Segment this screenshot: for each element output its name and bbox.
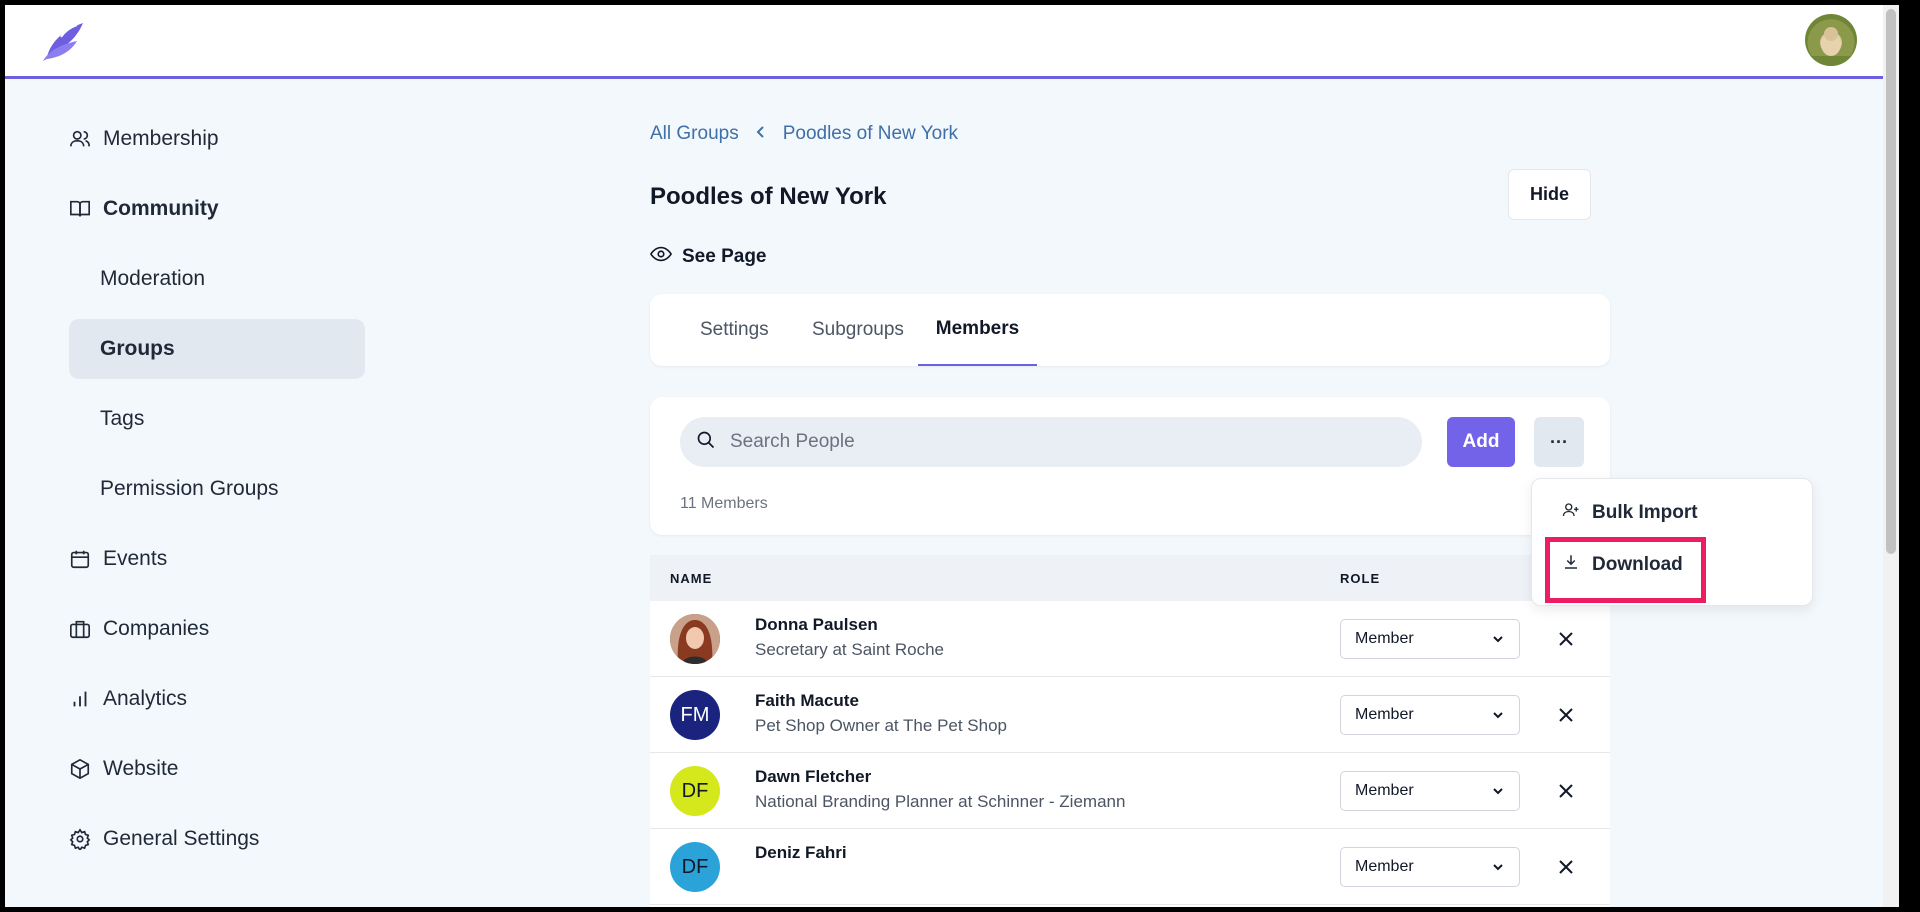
column-header-name: NAME: [670, 570, 713, 586]
top-bar: [5, 5, 1899, 79]
sidebar-item-label: Website: [103, 757, 179, 780]
table-row: DF Dawn Fletcher National Branding Plann…: [650, 753, 1610, 829]
gear-icon: [69, 828, 91, 850]
user-plus-icon: [1562, 501, 1580, 525]
calendar-icon: [69, 548, 91, 570]
search-icon: [696, 430, 716, 455]
logo-icon[interactable]: [37, 17, 89, 65]
table-header: NAME ROLE: [650, 555, 1610, 601]
sidebar-item-label: Companies: [103, 617, 210, 640]
role-value: Member: [1355, 782, 1414, 799]
remove-member-icon[interactable]: [1555, 704, 1577, 726]
sidebar-item-label: Groups: [100, 337, 175, 360]
menu-item-label: Download: [1592, 554, 1683, 575]
app-window: Membership Community Moderation Groups T…: [5, 5, 1899, 907]
menu-item-label: Bulk Import: [1592, 502, 1698, 523]
breadcrumb-all-groups[interactable]: All Groups: [650, 123, 739, 145]
table-row: FM Faith Macute Pet Shop Owner at The Pe…: [650, 677, 1610, 753]
sidebar-item-label: Tags: [100, 407, 145, 430]
tab-members[interactable]: Members: [918, 294, 1037, 366]
table-row: DF Deniz Fahri Member: [650, 829, 1610, 905]
member-title: Secretary at Saint Roche: [755, 640, 944, 659]
chevron-down-icon: [1491, 708, 1505, 727]
sidebar-item-label: Moderation: [100, 267, 206, 290]
remove-member-icon[interactable]: [1555, 856, 1577, 878]
search-box[interactable]: [680, 417, 1422, 467]
menu-item-bulk-import[interactable]: Bulk Import: [1562, 501, 1698, 525]
see-page-link[interactable]: See Page: [649, 245, 767, 269]
chevron-down-icon: [1491, 860, 1505, 879]
member-count: 11 Members: [680, 495, 768, 512]
role-select[interactable]: Member: [1340, 847, 1520, 887]
role-value: Member: [1355, 706, 1414, 723]
scrollbar-thumb[interactable]: [1886, 9, 1896, 554]
book-icon: [69, 198, 91, 220]
bar-chart-icon: [69, 688, 91, 710]
page-title: Poodles of New York: [650, 183, 887, 210]
sidebar-item-moderation[interactable]: Moderation: [69, 249, 365, 309]
remove-member-icon[interactable]: [1555, 628, 1577, 650]
sidebar-item-label: Events: [103, 547, 168, 570]
remove-member-icon[interactable]: [1555, 780, 1577, 802]
chevron-down-icon: [1491, 784, 1505, 803]
sidebar-item-general-settings[interactable]: General Settings: [69, 809, 365, 869]
sidebar-item-label: Analytics: [103, 687, 188, 710]
member-name[interactable]: Deniz Fahri: [755, 843, 847, 863]
tab-settings[interactable]: Settings: [700, 294, 769, 366]
chevron-down-icon: [1491, 632, 1505, 651]
sidebar-item-website[interactable]: Website: [69, 739, 365, 799]
download-icon: [1562, 553, 1580, 577]
sidebar-item-companies[interactable]: Companies: [69, 599, 365, 659]
table-row: Donna Paulsen Secretary at Saint Roche M…: [650, 601, 1610, 677]
tabs-bar: Settings Subgroups Members: [650, 294, 1610, 366]
role-select[interactable]: Member: [1340, 771, 1520, 811]
scrollbar[interactable]: [1883, 5, 1899, 907]
chevron-left-icon: [755, 123, 767, 145]
member-title: Pet Shop Owner at The Pet Shop: [755, 716, 1008, 735]
add-member-button[interactable]: Add: [1447, 417, 1515, 467]
role-select[interactable]: Member: [1340, 619, 1520, 659]
sidebar-item-label: Permission Groups: [100, 477, 279, 500]
sidebar-item-tags[interactable]: Tags: [69, 389, 365, 449]
sidebar-item-label: General Settings: [103, 827, 260, 850]
role-value: Member: [1355, 630, 1414, 647]
hide-button[interactable]: Hide: [1508, 169, 1591, 220]
cube-icon: [69, 758, 91, 780]
member-avatar: [670, 614, 720, 664]
sidebar-item-membership[interactable]: Membership: [69, 109, 365, 169]
member-title: National Branding Planner at Schinner - …: [755, 792, 1126, 811]
more-options-menu: Bulk Import Download: [1531, 478, 1813, 606]
member-avatar: DF: [670, 842, 720, 892]
see-page-label: See Page: [682, 246, 767, 267]
member-name[interactable]: Donna Paulsen: [755, 615, 878, 635]
more-options-button[interactable]: ···: [1534, 417, 1584, 467]
user-avatar[interactable]: [1805, 14, 1857, 66]
members-table: NAME ROLE Donna Paulsen Secretary at Sai…: [650, 555, 1610, 907]
breadcrumb: All Groups Poodles of New York: [650, 123, 958, 145]
sidebar-item-permission-groups[interactable]: Permission Groups: [69, 459, 365, 519]
menu-item-download[interactable]: Download: [1562, 553, 1683, 577]
sidebar-item-label: Membership: [103, 127, 219, 150]
search-input[interactable]: [730, 431, 1390, 453]
sidebar-item-events[interactable]: Events: [69, 529, 365, 589]
column-header-role: ROLE: [1340, 570, 1381, 586]
briefcase-icon: [69, 618, 91, 640]
role-value: Member: [1355, 858, 1414, 875]
tab-subgroups[interactable]: Subgroups: [812, 294, 904, 366]
sidebar-item-label: Community: [103, 197, 219, 220]
sidebar-item-groups[interactable]: Groups: [69, 319, 365, 379]
users-icon: [69, 128, 91, 150]
eye-icon: [649, 245, 673, 269]
member-name[interactable]: Faith Macute: [755, 691, 859, 711]
members-toolbar: Add ··· 11 Members: [650, 397, 1610, 535]
sidebar-item-analytics[interactable]: Analytics: [69, 669, 365, 729]
breadcrumb-current[interactable]: Poodles of New York: [783, 123, 958, 145]
member-name[interactable]: Dawn Fletcher: [755, 767, 871, 787]
member-avatar: FM: [670, 690, 720, 740]
role-select[interactable]: Member: [1340, 695, 1520, 735]
member-avatar: DF: [670, 766, 720, 816]
sidebar-item-community[interactable]: Community: [69, 179, 365, 239]
